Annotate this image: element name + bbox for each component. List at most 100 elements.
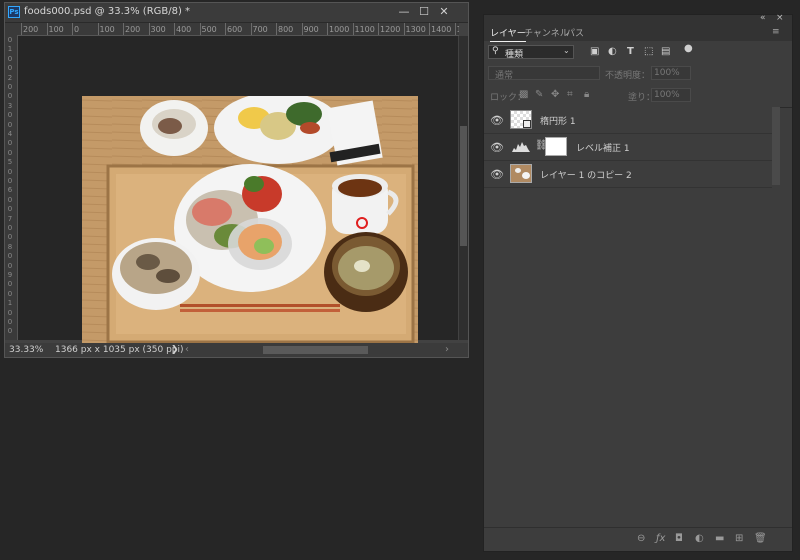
- close-button[interactable]: ✕: [437, 5, 451, 19]
- lock-artboard-icon[interactable]: ⌗: [567, 89, 573, 100]
- delete-layer-icon[interactable]: 🗑︎: [754, 533, 767, 544]
- ruler-label: 0: [7, 92, 13, 101]
- scroll-left-arrow[interactable]: ‹: [185, 344, 189, 355]
- vertical-scroll-thumb[interactable]: [460, 126, 467, 246]
- maximize-button[interactable]: ☐: [417, 5, 431, 19]
- ruler-tick: [225, 23, 226, 35]
- ruler-tick: [21, 23, 22, 35]
- scroll-right-arrow[interactable]: ›: [445, 344, 449, 355]
- lock-transparent-icon[interactable]: ▩: [519, 89, 528, 100]
- layer-name[interactable]: レイヤー 1 のコピー 2: [540, 168, 632, 181]
- collapse-icon[interactable]: «: [760, 13, 766, 23]
- shape-thumbnail: [510, 110, 532, 129]
- ruler-label: 0: [7, 252, 13, 261]
- vertical-scrollbar[interactable]: [459, 36, 468, 340]
- ruler-label: 0: [7, 148, 13, 157]
- layer-row-copy[interactable]: 👁︎ レイヤー 1 のコピー 2: [484, 161, 772, 188]
- link-layers-icon[interactable]: ⊖: [637, 533, 645, 544]
- ruler-label: 700: [252, 25, 268, 34]
- filter-toggle-icon[interactable]: ●: [684, 43, 693, 54]
- lock-paint-icon[interactable]: ✎: [535, 89, 543, 100]
- ruler-tick: [123, 23, 124, 35]
- lock-all-icon[interactable]: 🔒︎: [584, 89, 589, 100]
- fx-icon[interactable]: ƒx: [656, 533, 665, 544]
- filter-type-icon[interactable]: T: [627, 46, 634, 57]
- filter-adjustment-icon[interactable]: ◐: [608, 46, 617, 57]
- lock-move-icon[interactable]: ✥: [551, 89, 559, 100]
- ruler-label: 2: [7, 73, 13, 82]
- ruler-label: 1300: [405, 25, 426, 34]
- ruler-label: 0: [7, 233, 13, 242]
- visibility-eye-icon[interactable]: 👁︎: [490, 114, 504, 127]
- filter-shape-icon[interactable]: ⬚: [644, 46, 653, 57]
- layer-mask-thumbnail[interactable]: [545, 137, 567, 156]
- visibility-eye-icon[interactable]: 👁︎: [490, 141, 504, 154]
- ruler-tick: [378, 23, 379, 35]
- ruler-tick: [97, 23, 99, 35]
- ruler-label: 9: [7, 271, 13, 279]
- ruler-label: 8: [7, 242, 13, 251]
- document-window: Ps foods000.psd @ 33.3% (RGB/8) * — ☐ ✕ …: [4, 2, 469, 358]
- horizontal-scroll-thumb[interactable]: [263, 346, 368, 354]
- visibility-eye-icon[interactable]: 👁︎: [490, 168, 504, 181]
- ruler-label: 0: [7, 54, 13, 63]
- ruler-label: 0: [7, 64, 13, 73]
- layer-name[interactable]: レベル補正 1: [576, 141, 630, 154]
- filter-value: 種類: [505, 50, 524, 60]
- filter-smart-object-icon[interactable]: ▤: [661, 46, 670, 57]
- shape-layer-icon: [523, 120, 531, 128]
- ruler-label: 0: [7, 83, 13, 91]
- ruler-tick: [454, 23, 456, 35]
- thumbnail-detail: [515, 168, 521, 173]
- opacity-label: 不透明度：: [605, 71, 651, 81]
- document-titlebar[interactable]: Ps foods000.psd @ 33.3% (RGB/8) * — ☐ ✕: [5, 3, 468, 23]
- panel-menu-icon[interactable]: ≡: [772, 27, 780, 37]
- tab-channels[interactable]: チャンネル: [524, 26, 569, 39]
- panel-close-icon[interactable]: ×: [776, 13, 784, 23]
- ruler-label: 0: [7, 111, 13, 120]
- tab-paths[interactable]: パス: [566, 26, 584, 39]
- new-group-icon[interactable]: ▬: [715, 533, 724, 544]
- ruler-label: 0: [7, 327, 13, 336]
- blend-mode-select[interactable]: 通常: [488, 66, 600, 81]
- ruler-label: 0: [7, 261, 13, 270]
- ruler-tick: [403, 23, 405, 35]
- ruler-label: 300: [150, 25, 166, 34]
- document-size: 1366 px x 1035 px (350 ppi): [55, 345, 184, 355]
- new-adjustment-icon[interactable]: ◐: [695, 533, 704, 544]
- ruler-label: 1: [7, 299, 13, 308]
- ruler-label: 1200: [380, 25, 401, 34]
- layer-row-levels[interactable]: 👁︎ ⛓︎ レベル補正 1: [484, 134, 772, 161]
- ruler-label: 0: [7, 308, 13, 317]
- ruler-label: 100: [48, 25, 64, 34]
- vertical-ruler[interactable]: 01002003004005006007008009001000: [5, 35, 18, 340]
- new-layer-icon[interactable]: ⊞: [735, 533, 743, 544]
- horizontal-ruler[interactable]: 200 100 0 100 200 300 400 500 600 700 800 900 1000 11…: [17, 23, 459, 36]
- minimize-button[interactable]: —: [397, 5, 411, 19]
- filter-pixel-icon[interactable]: ▣: [590, 46, 599, 57]
- opacity-input[interactable]: 100%: [651, 66, 691, 80]
- add-mask-icon[interactable]: ◘: [675, 533, 683, 544]
- ruler-label: 900: [303, 25, 319, 34]
- ruler-label: 5: [7, 158, 13, 167]
- layer-row-ellipse[interactable]: 👁︎ 楕円形 1: [484, 107, 772, 134]
- layer-filter-select[interactable]: ⚲ 種類 ⌄: [488, 45, 574, 60]
- ruler-label: 100: [99, 25, 115, 34]
- layers-scrollbar[interactable]: [772, 107, 780, 185]
- tab-layers[interactable]: レイヤー: [490, 26, 526, 42]
- thumbnail-detail: [522, 172, 530, 179]
- panel-header[interactable]: « ×: [484, 13, 792, 23]
- ruler-label: 0: [7, 280, 13, 289]
- ruler-label: 1100: [354, 25, 375, 34]
- levels-histogram-icon: [512, 142, 530, 152]
- ruler-label: 200: [125, 25, 141, 34]
- status-menu-arrow[interactable]: ❯: [171, 345, 179, 355]
- ruler-label: 7: [7, 214, 13, 223]
- layer-name[interactable]: 楕円形 1: [540, 114, 576, 127]
- ruler-tick: [352, 23, 354, 35]
- ruler-label: 6: [7, 186, 13, 195]
- zoom-level[interactable]: 33.33%: [9, 345, 43, 355]
- fill-input[interactable]: 100%: [651, 88, 691, 102]
- ruler-corner[interactable]: [5, 23, 17, 35]
- canvas-area[interactable]: [18, 36, 458, 350]
